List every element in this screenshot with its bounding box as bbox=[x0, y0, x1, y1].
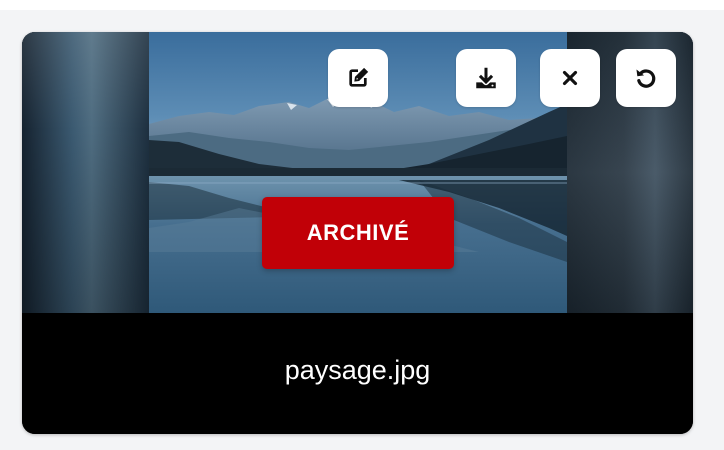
file-name: paysage.jpg bbox=[284, 355, 431, 385]
close-icon bbox=[559, 67, 581, 89]
download-button[interactable] bbox=[456, 49, 516, 107]
edit-icon bbox=[345, 65, 371, 91]
restore-icon bbox=[633, 65, 659, 91]
status-badge: ARCHIVÉ bbox=[262, 197, 454, 269]
edit-button[interactable] bbox=[328, 49, 388, 107]
top-strip bbox=[0, 0, 724, 10]
page: ARCHIVÉ paysage.jpg bbox=[0, 0, 724, 450]
blurred-backdrop-left bbox=[22, 32, 149, 313]
file-card: ARCHIVÉ paysage.jpg bbox=[22, 32, 693, 434]
caption-bar: paysage.jpg bbox=[22, 313, 693, 434]
close-button[interactable] bbox=[540, 49, 600, 107]
restore-button[interactable] bbox=[616, 49, 676, 107]
download-icon bbox=[473, 65, 499, 91]
image-preview: ARCHIVÉ bbox=[22, 32, 693, 313]
